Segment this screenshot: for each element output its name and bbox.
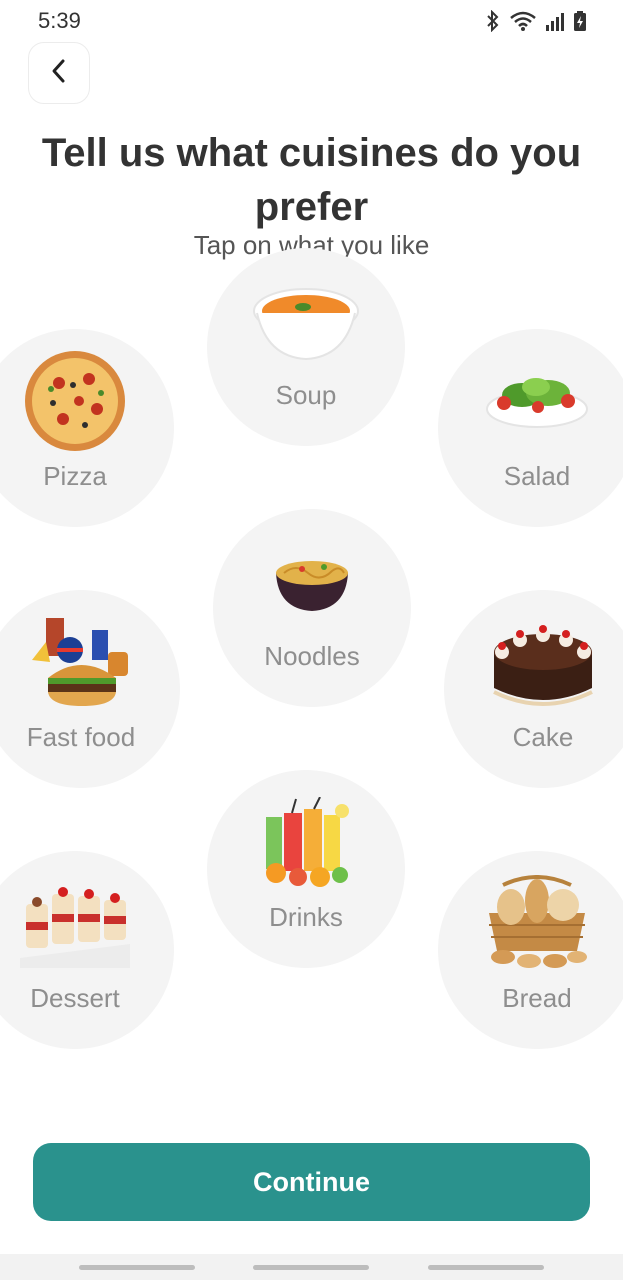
cuisine-label: Cake <box>512 722 574 752</box>
cuisine-option-cake[interactable]: Cake <box>444 590 623 788</box>
status-bar: 5:39 <box>0 0 623 42</box>
cuisine-option-noodles[interactable]: Noodles <box>213 509 411 707</box>
pizza-icon <box>20 351 130 451</box>
cuisine-option-bread[interactable]: Bread <box>438 851 623 1049</box>
cuisine-option-salad[interactable]: Salad <box>438 329 623 527</box>
chevron-left-icon <box>49 57 69 90</box>
status-icons <box>485 8 587 34</box>
bread-icon <box>482 875 592 971</box>
cuisine-label: Noodles <box>264 641 360 671</box>
cuisine-label: Bread <box>502 983 572 1013</box>
cuisine-label: Dessert <box>30 983 120 1013</box>
status-time: 5:39 <box>38 8 81 33</box>
signal-icon <box>545 10 565 32</box>
continue-button[interactable]: Continue <box>33 1143 590 1221</box>
nav-home-button[interactable] <box>253 1265 369 1270</box>
cuisine-label: Soup <box>275 380 337 410</box>
battery-icon <box>573 10 587 32</box>
wifi-icon <box>509 10 537 32</box>
page-title: Tell us what cuisines do you prefer <box>41 131 582 229</box>
cuisine-label: Drinks <box>269 902 343 932</box>
cake-icon <box>488 614 598 710</box>
system-nav-bar <box>0 1254 623 1280</box>
cuisine-label: Fast food <box>26 722 136 752</box>
bluetooth-icon <box>485 10 501 32</box>
dessert-icon <box>20 875 130 971</box>
cuisine-label: Pizza <box>43 461 107 491</box>
cuisine-option-dessert[interactable]: Dessert <box>0 851 174 1049</box>
back-button[interactable] <box>28 42 90 104</box>
cuisine-option-soup[interactable]: Soup <box>207 248 405 446</box>
cuisine-label: Salad <box>503 461 571 491</box>
nav-recents-button[interactable] <box>79 1265 195 1270</box>
fast-food-icon <box>26 614 136 710</box>
salad-icon <box>482 353 592 449</box>
soup-icon <box>251 272 361 368</box>
cuisine-option-fast-food[interactable]: Fast food <box>0 590 180 788</box>
noodles-icon <box>257 533 367 629</box>
cuisine-option-pizza[interactable]: Pizza <box>0 329 174 527</box>
cuisine-option-drinks[interactable]: Drinks <box>207 770 405 968</box>
drinks-icon <box>251 794 361 890</box>
nav-back-button[interactable] <box>428 1265 544 1270</box>
